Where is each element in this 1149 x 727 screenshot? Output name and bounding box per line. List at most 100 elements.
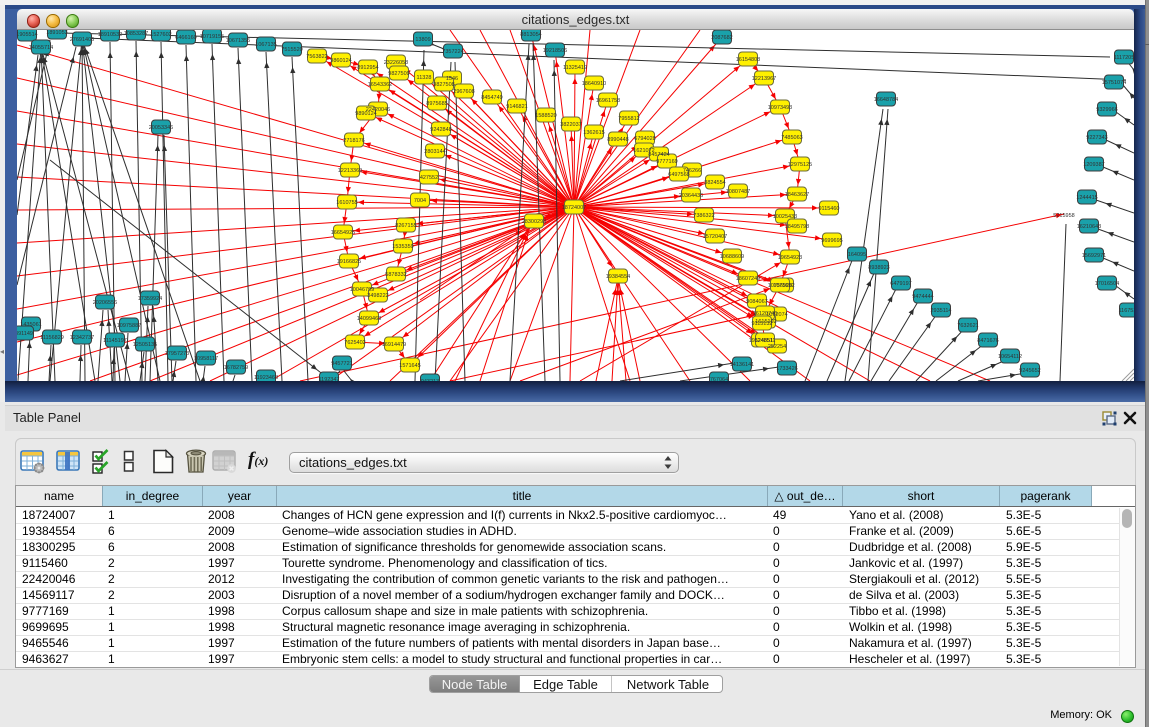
svg-text:18607249: 18607249 <box>736 276 760 282</box>
svg-text:16210643: 16210643 <box>1077 224 1101 230</box>
svg-text:8267155: 8267155 <box>395 223 416 229</box>
svg-text:27691406: 27691406 <box>70 37 94 43</box>
svg-text:252254: 252254 <box>768 344 786 350</box>
svg-text:8938923: 8938923 <box>868 265 889 271</box>
svg-text:16648784: 16648784 <box>874 97 898 103</box>
svg-text:6794028: 6794028 <box>634 136 655 142</box>
svg-text:9146821: 9146821 <box>506 104 527 110</box>
svg-text:1535359: 1535359 <box>392 244 413 250</box>
svg-text:14099468: 14099468 <box>357 316 381 322</box>
svg-text:1209387: 1209387 <box>1083 162 1104 168</box>
svg-text:11328: 11328 <box>417 75 432 81</box>
svg-text:11145197: 11145197 <box>103 338 127 344</box>
svg-text:19654923: 19654923 <box>778 255 802 261</box>
svg-text:1891053: 1891053 <box>46 30 67 36</box>
svg-text:17957273: 17957273 <box>165 351 189 357</box>
svg-text:2803144: 2803144 <box>424 149 445 155</box>
svg-text:10958117: 10958117 <box>194 356 218 362</box>
svg-text:8471676: 8471676 <box>977 338 998 344</box>
svg-text:1244415: 1244415 <box>1076 195 1097 201</box>
svg-text:14136141: 14136141 <box>730 362 754 368</box>
svg-text:19384554: 19384554 <box>606 274 630 280</box>
svg-text:2718176: 2718176 <box>343 138 364 144</box>
svg-text:10719155: 10719155 <box>200 34 224 40</box>
svg-text:20053346: 20053346 <box>149 125 173 131</box>
svg-text:3822037: 3822037 <box>560 122 581 128</box>
svg-text:16543362: 16543362 <box>368 82 392 88</box>
svg-text:19166825: 19166825 <box>337 259 361 265</box>
svg-text:9227343: 9227343 <box>1086 135 1107 141</box>
svg-text:1905514: 1905514 <box>17 32 38 38</box>
svg-text:6479197: 6479197 <box>890 281 911 287</box>
svg-text:10688609: 10688609 <box>720 254 744 260</box>
svg-text:3824554: 3824554 <box>704 180 725 186</box>
svg-text:15751074: 15751074 <box>1102 80 1126 86</box>
svg-text:10756928: 10756928 <box>768 283 792 289</box>
svg-text:427552: 427552 <box>420 175 438 181</box>
svg-text:9084067: 9084067 <box>746 299 767 305</box>
svg-text:1610755: 1610755 <box>336 200 357 206</box>
svg-text:9890124: 9890124 <box>355 111 376 117</box>
svg-text:18640910: 18640910 <box>582 81 606 87</box>
svg-text:9115460: 9115460 <box>818 206 839 212</box>
svg-text:7955812: 7955812 <box>618 116 639 122</box>
svg-text:7357224: 7357224 <box>442 49 463 55</box>
svg-text:1192347: 1192347 <box>318 377 339 381</box>
svg-text:2935114: 2935114 <box>930 308 951 314</box>
svg-text:7515520: 7515520 <box>281 47 302 53</box>
svg-text:23226058: 23226058 <box>384 60 408 66</box>
svg-text:16154808: 16154808 <box>736 57 760 63</box>
svg-text:164095: 164095 <box>848 252 866 258</box>
svg-text:12505135: 12505135 <box>133 342 157 348</box>
svg-text:18910532: 18910532 <box>98 32 122 38</box>
svg-text:20364436: 20364436 <box>679 193 703 199</box>
svg-text:943213: 943213 <box>421 379 439 381</box>
svg-text:16782759: 16782759 <box>224 365 248 371</box>
svg-text:17016504: 17016504 <box>1095 281 1119 287</box>
svg-text:11156829: 11156829 <box>40 335 64 341</box>
svg-text:10973493: 10973493 <box>768 105 792 111</box>
svg-text:10025433: 10025433 <box>773 214 797 220</box>
svg-text:2967608: 2967608 <box>453 89 474 95</box>
svg-text:7386322: 7386322 <box>693 213 714 219</box>
svg-text:10654112: 10654112 <box>998 354 1022 360</box>
svg-text:16120746: 16120746 <box>753 311 777 317</box>
svg-text:7632621: 7632621 <box>957 323 978 329</box>
svg-text:19218506: 19218506 <box>543 48 567 54</box>
svg-text:16961758: 16961758 <box>596 98 620 104</box>
svg-text:16654925: 16654925 <box>331 230 355 236</box>
svg-text:10671355: 10671355 <box>226 38 250 44</box>
svg-text:17359924: 17359924 <box>138 296 162 302</box>
svg-text:18463627: 18463627 <box>785 192 809 198</box>
svg-text:391149: 391149 <box>17 331 33 337</box>
svg-text:9115132: 9115132 <box>751 321 772 327</box>
svg-text:9474444: 9474444 <box>912 294 933 300</box>
svg-text:1571645: 1571645 <box>399 363 420 369</box>
svg-text:1362615: 1362615 <box>583 130 604 136</box>
svg-text:7485063: 7485063 <box>781 135 802 141</box>
svg-text:1117205: 1117205 <box>1114 55 1134 61</box>
svg-text:7563822: 7563822 <box>306 54 327 60</box>
svg-text:10807487: 10807487 <box>726 189 750 195</box>
svg-text:1588520: 1588520 <box>535 113 556 119</box>
svg-text:14055714: 14055714 <box>29 45 53 51</box>
svg-text:20206556: 20206556 <box>93 300 117 306</box>
svg-text:8975685: 8975685 <box>426 101 447 107</box>
svg-text:11923468: 11923468 <box>254 375 278 381</box>
svg-text:7625402: 7625402 <box>344 340 365 346</box>
svg-text:6497568: 6497568 <box>668 172 689 178</box>
svg-text:9777169: 9777169 <box>656 159 677 165</box>
svg-text:9245652: 9245652 <box>1019 368 1040 374</box>
svg-text:8457424: 8457424 <box>648 152 669 158</box>
svg-text:12213967: 12213967 <box>752 76 776 82</box>
svg-text:767064: 767064 <box>710 377 728 381</box>
svg-text:11325419: 11325419 <box>563 65 587 71</box>
svg-text:12342737: 12342737 <box>70 335 94 341</box>
svg-text:9457721: 9457721 <box>331 361 352 367</box>
svg-text:1733426: 1733426 <box>776 366 797 372</box>
svg-text:1067135: 1067135 <box>255 42 276 48</box>
svg-text:18724007: 18724007 <box>562 205 586 211</box>
svg-text:5878332: 5878332 <box>385 272 406 278</box>
svg-text:7004: 7004 <box>414 198 426 204</box>
svg-text:15720407: 15720407 <box>703 234 727 240</box>
